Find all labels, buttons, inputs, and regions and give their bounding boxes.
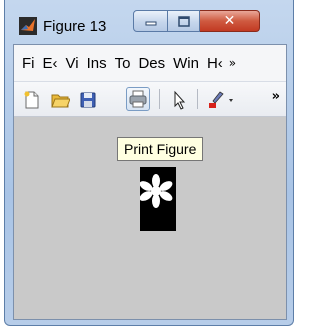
print-button[interactable]: [126, 87, 150, 111]
menu-insert[interactable]: Ins: [87, 55, 107, 72]
menu-desktop[interactable]: Des: [138, 55, 165, 72]
menu-edit[interactable]: E‹: [43, 55, 58, 72]
print-icon: [129, 90, 147, 108]
window-title: Figure 13: [43, 18, 107, 35]
save-icon[interactable]: [78, 90, 98, 110]
figure-window: Figure 13 ✕ Fi E‹ Vi Ins To Des Win H‹ »…: [4, 0, 294, 326]
menu-view[interactable]: Vi: [66, 55, 79, 72]
close-icon: ✕: [223, 13, 236, 29]
menu-window[interactable]: Win: [173, 55, 199, 72]
image-display: [140, 167, 176, 231]
title-bar[interactable]: Figure 13 ✕: [5, 0, 293, 42]
brush-icon[interactable]: [206, 90, 236, 110]
menu-overflow-icon[interactable]: »: [229, 56, 236, 70]
toolbar-separator: [197, 89, 198, 109]
menu-file[interactable]: Fi: [22, 55, 35, 72]
menu-tools[interactable]: To: [115, 55, 131, 72]
close-button[interactable]: ✕: [200, 10, 260, 32]
open-file-icon[interactable]: [50, 90, 70, 110]
maximize-button[interactable]: [168, 10, 200, 32]
matlab-icon: [19, 17, 37, 35]
pointer-icon[interactable]: [169, 90, 189, 110]
figure-toolbar: »: [14, 82, 286, 117]
minimize-icon: [145, 21, 156, 26]
caption-buttons: ✕: [133, 10, 293, 32]
minimize-button[interactable]: [133, 10, 168, 32]
menu-bar: Fi E‹ Vi Ins To Des Win H‹ »: [14, 45, 286, 82]
print-figure-tooltip: Print Figure: [117, 137, 204, 161]
menu-help[interactable]: H‹: [207, 55, 223, 72]
toolbar-overflow-icon[interactable]: »: [272, 89, 280, 104]
figure-client-area: Fi E‹ Vi Ins To Des Win H‹ » »: [13, 44, 287, 320]
maximize-icon: [177, 15, 190, 27]
toolbar-separator: [159, 89, 160, 109]
new-figure-icon[interactable]: [22, 90, 42, 110]
